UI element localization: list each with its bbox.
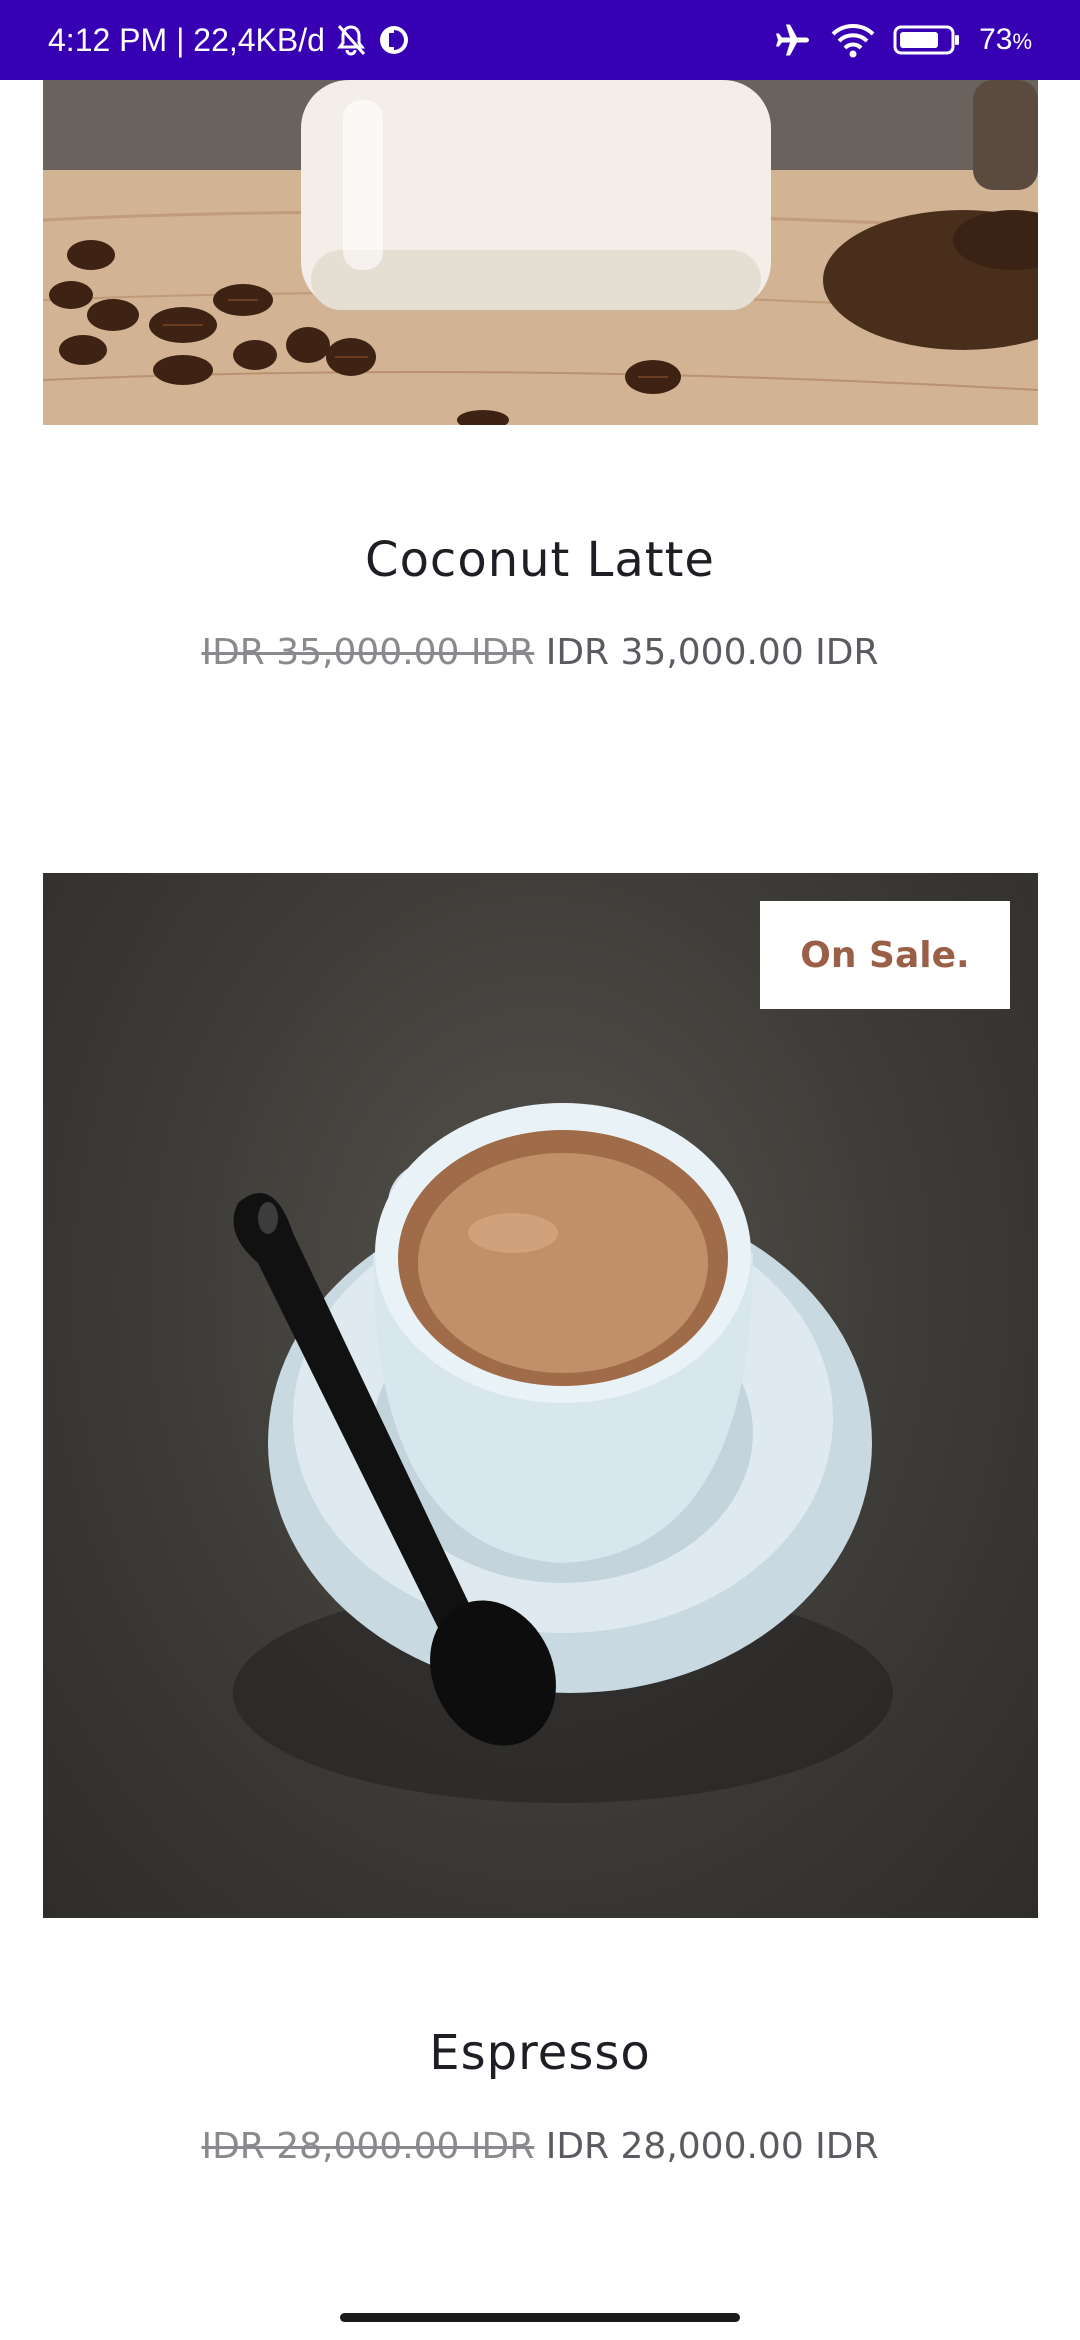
original-price: IDR 35,000.00 IDR xyxy=(201,632,535,673)
wifi-icon xyxy=(831,22,875,58)
status-bar: 4:12 PM | 22,4KB/d 73% xyxy=(0,0,1080,80)
original-price: IDR 28,000.00 IDR xyxy=(201,2126,535,2167)
data-saver-icon xyxy=(377,23,411,57)
muted-bell-icon xyxy=(333,22,369,58)
status-time-info: 4:12 PM | 22,4KB/d xyxy=(48,21,325,58)
sale-price: IDR 28,000.00 IDR xyxy=(545,2126,879,2167)
product-name[interactable]: Coconut Latte xyxy=(0,532,1080,588)
status-right: 73% xyxy=(773,0,1032,80)
sale-price: IDR 35,000.00 IDR xyxy=(545,632,879,673)
status-left: 4:12 PM | 22,4KB/d xyxy=(48,0,411,80)
battery-icon xyxy=(893,23,961,57)
on-sale-badge: On Sale. xyxy=(760,901,1010,1009)
battery-percent: 73% xyxy=(979,23,1032,57)
battery-value: 73 xyxy=(979,23,1013,56)
battery-unit: % xyxy=(1012,29,1032,54)
airplane-icon xyxy=(773,20,813,60)
home-indicator[interactable] xyxy=(340,2313,740,2322)
product-price: IDR 35,000.00 IDR IDR 35,000.00 IDR xyxy=(0,632,1080,673)
espresso-image[interactable]: On Sale. xyxy=(43,873,1038,1918)
product-name[interactable]: Espresso xyxy=(0,2025,1080,2081)
coconut-latte-image[interactable] xyxy=(43,80,1038,425)
product-price: IDR 28,000.00 IDR IDR 28,000.00 IDR xyxy=(0,2126,1080,2167)
